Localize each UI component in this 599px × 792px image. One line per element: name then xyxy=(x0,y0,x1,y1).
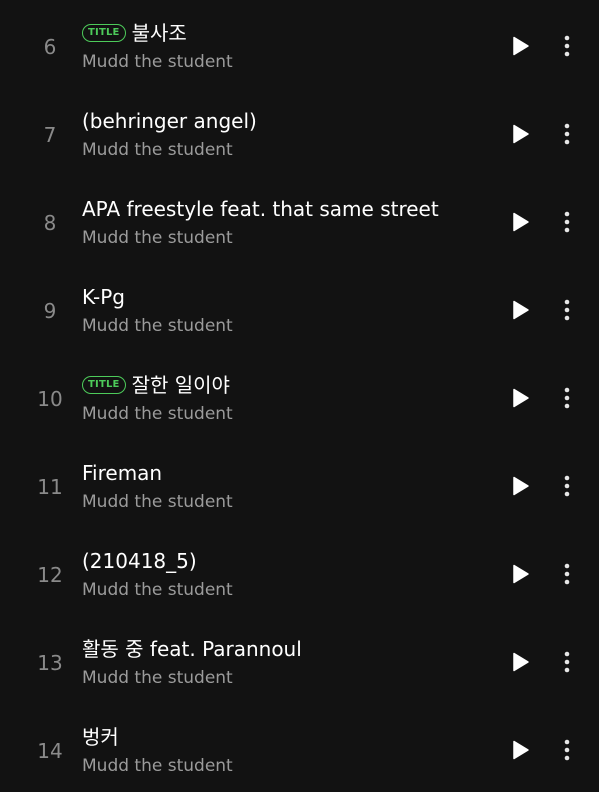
more-options-button[interactable] xyxy=(556,122,578,146)
more-vertical-icon xyxy=(564,35,570,57)
track-row[interactable]: 11 Fireman Mudd the student xyxy=(0,440,599,528)
more-vertical-icon xyxy=(564,211,570,233)
track-row[interactable]: 7 (behringer angel) Mudd the student xyxy=(0,88,599,176)
more-options-button[interactable] xyxy=(556,210,578,234)
track-row[interactable]: 12 (210418_5) Mudd the student xyxy=(0,528,599,616)
track-title-line: (210418_5) xyxy=(82,548,197,574)
track-title: K-Pg xyxy=(82,285,125,309)
track-title: 잘한 일이야 xyxy=(131,373,230,397)
play-icon xyxy=(513,476,529,496)
play-button[interactable] xyxy=(508,650,532,674)
play-icon xyxy=(513,564,529,584)
track-title-line: Fireman xyxy=(82,460,162,486)
track-number: 14 xyxy=(37,739,63,763)
more-options-button[interactable] xyxy=(556,298,578,322)
track-title: 활동 중 feat. Parannoul xyxy=(82,637,302,661)
track-number: 10 xyxy=(37,387,63,411)
track-title: Fireman xyxy=(82,461,163,485)
track-row[interactable]: 14 벙커 Mudd the student xyxy=(0,704,599,792)
more-options-button[interactable] xyxy=(556,34,578,58)
track-title-line: TITLE 불사조 xyxy=(82,20,187,46)
track-artist: Mudd the student xyxy=(82,668,233,688)
play-icon xyxy=(513,740,529,760)
play-button[interactable] xyxy=(508,122,532,146)
more-vertical-icon xyxy=(564,299,570,321)
more-vertical-icon xyxy=(564,123,570,145)
track-title: (behringer angel) xyxy=(82,109,257,133)
track-row[interactable]: 10 TITLE 잘한 일이야 Mudd the student xyxy=(0,352,599,440)
play-button[interactable] xyxy=(508,210,532,234)
play-button[interactable] xyxy=(508,738,532,762)
track-title-line: 벙커 xyxy=(82,724,119,750)
track-row[interactable]: 6 TITLE 불사조 Mudd the student xyxy=(0,0,599,88)
play-icon xyxy=(513,124,529,144)
track-artist: Mudd the student xyxy=(82,756,233,776)
track-title-line: APA freestyle feat. that same street xyxy=(82,196,439,222)
track-title: 불사조 xyxy=(131,21,187,45)
track-artist: Mudd the student xyxy=(82,580,233,600)
more-vertical-icon xyxy=(564,387,570,409)
track-number: 12 xyxy=(37,563,63,587)
track-title-line: TITLE 잘한 일이야 xyxy=(82,372,230,398)
play-icon xyxy=(513,36,529,56)
track-title: 벙커 xyxy=(82,725,119,749)
track-row[interactable]: 9 K-Pg Mudd the student xyxy=(0,264,599,352)
track-artist: Mudd the student xyxy=(82,404,233,424)
play-button[interactable] xyxy=(508,474,532,498)
play-button[interactable] xyxy=(508,298,532,322)
title-badge: TITLE xyxy=(82,24,126,42)
play-icon xyxy=(513,212,529,232)
track-title-line: 활동 중 feat. Parannoul xyxy=(82,636,302,662)
track-artist: Mudd the student xyxy=(82,52,233,72)
more-vertical-icon xyxy=(564,563,570,585)
more-options-button[interactable] xyxy=(556,650,578,674)
more-options-button[interactable] xyxy=(556,738,578,762)
track-artist: Mudd the student xyxy=(82,316,233,336)
track-artist: Mudd the student xyxy=(82,492,233,512)
track-row[interactable]: 8 APA freestyle feat. that same street M… xyxy=(0,176,599,264)
play-button[interactable] xyxy=(508,34,532,58)
play-icon xyxy=(513,388,529,408)
track-number: 7 xyxy=(43,123,57,147)
title-badge: TITLE xyxy=(82,376,126,394)
play-button[interactable] xyxy=(508,386,532,410)
track-number: 8 xyxy=(43,211,57,235)
play-icon xyxy=(513,300,529,320)
track-row[interactable]: 13 활동 중 feat. Parannoul Mudd the student xyxy=(0,616,599,704)
track-title: APA freestyle feat. that same street xyxy=(82,197,439,221)
play-button[interactable] xyxy=(508,562,532,586)
more-options-button[interactable] xyxy=(556,474,578,498)
track-number: 6 xyxy=(43,35,57,59)
more-options-button[interactable] xyxy=(556,386,578,410)
track-list: 6 TITLE 불사조 Mudd the student 7 (behringe… xyxy=(0,0,599,788)
more-options-button[interactable] xyxy=(556,562,578,586)
track-number: 9 xyxy=(43,299,57,323)
track-title-line: K-Pg xyxy=(82,284,125,310)
track-title: (210418_5) xyxy=(82,549,197,573)
track-title-line: (behringer angel) xyxy=(82,108,257,134)
more-vertical-icon xyxy=(564,475,570,497)
track-artist: Mudd the student xyxy=(82,140,233,160)
track-number: 11 xyxy=(37,475,63,499)
track-artist: Mudd the student xyxy=(82,228,233,248)
more-vertical-icon xyxy=(564,739,570,761)
track-number: 13 xyxy=(37,651,63,675)
play-icon xyxy=(513,652,529,672)
more-vertical-icon xyxy=(564,651,570,673)
